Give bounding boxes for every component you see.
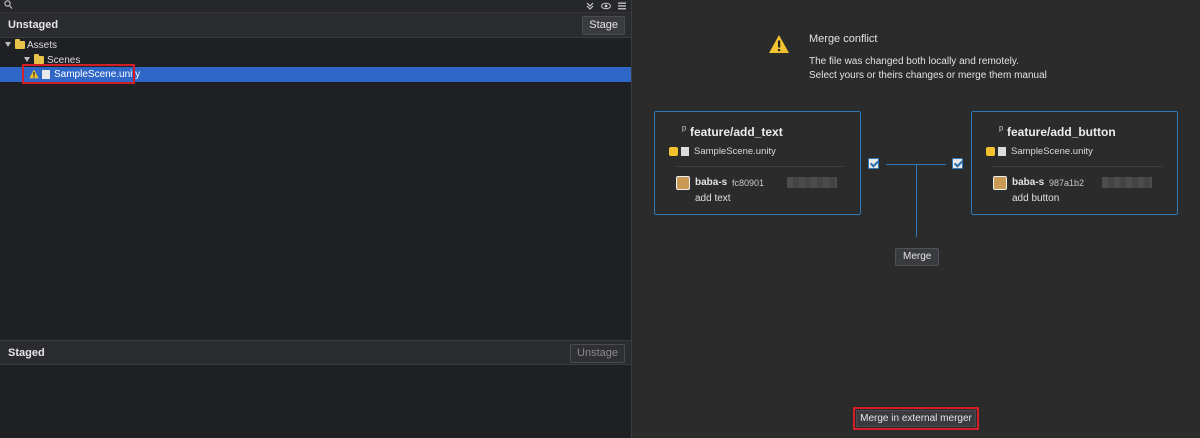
connector-line xyxy=(916,164,917,237)
branch-icon: ᵖ xyxy=(682,124,687,136)
avatar xyxy=(993,176,1007,190)
modified-status-icon xyxy=(986,147,995,156)
menu-icon[interactable] xyxy=(617,1,627,11)
chevron-double-down-icon[interactable] xyxy=(585,1,595,11)
toolbar-icons xyxy=(585,0,627,12)
branch-icon: ᵖ xyxy=(999,124,1004,136)
merge-button[interactable]: Merge xyxy=(895,248,940,266)
select-remote-checkbox[interactable] xyxy=(952,158,963,169)
unstaged-header: Unstaged Stage xyxy=(0,13,631,38)
unity-file-icon xyxy=(998,147,1006,156)
branch-name: feature/add_text xyxy=(690,125,783,139)
merge-conflict-panel: Merge conflict The file was changed both… xyxy=(632,0,1200,438)
commit-author: baba-s xyxy=(695,177,728,188)
description-line: Select yours or theirs changes or merge … xyxy=(809,70,1047,81)
commit-message: add button xyxy=(1012,193,1060,204)
expand-arrow-icon[interactable] xyxy=(24,57,30,62)
commit-hash: fc80901 xyxy=(732,178,765,188)
staged-header: Staged Unstage xyxy=(0,340,631,365)
branch-name: feature/add_button xyxy=(1007,125,1116,139)
remote-change-card[interactable]: ᵖ feature/add_button SampleScene.unity b… xyxy=(971,111,1178,215)
merge-conflict-description: The file was changed both locally and re… xyxy=(809,55,1047,83)
merge-conflict-title: Merge conflict xyxy=(809,33,878,45)
expand-arrow-icon[interactable] xyxy=(5,42,11,47)
avatar xyxy=(676,176,690,190)
tree-item-label: Assets xyxy=(27,40,58,51)
staged-title: Staged xyxy=(8,347,45,359)
description-line: The file was changed both locally and re… xyxy=(809,56,1019,67)
git-window: Unstaged Stage Assets Scenes SampleScene… xyxy=(0,0,1200,438)
changes-toolbar xyxy=(0,0,631,13)
commit-author: baba-s xyxy=(1012,177,1045,188)
modified-status-icon xyxy=(669,147,678,156)
file-name: SampleScene.unity xyxy=(694,146,776,157)
redacted-date xyxy=(1102,177,1152,188)
folder-icon xyxy=(34,54,44,64)
file-row: SampleScene.unity xyxy=(669,146,849,158)
divider xyxy=(992,166,1162,167)
eye-icon[interactable] xyxy=(601,1,611,11)
redacted-date xyxy=(787,177,837,188)
file-row: SampleScene.unity xyxy=(986,146,1166,158)
highlight-box xyxy=(22,64,135,84)
stage-button[interactable]: Stage xyxy=(582,16,625,35)
divider xyxy=(675,166,845,167)
unstaged-title: Unstaged xyxy=(8,19,59,31)
changes-panel: Unstaged Stage Assets Scenes SampleScene… xyxy=(0,0,631,438)
highlight-box xyxy=(853,407,979,430)
search-icon[interactable] xyxy=(4,0,13,12)
unstage-button[interactable]: Unstage xyxy=(570,344,625,363)
local-change-card[interactable]: ᵖ feature/add_text SampleScene.unity bab… xyxy=(654,111,861,215)
tree-item-assets[interactable]: Assets xyxy=(0,38,631,53)
commit-hash: 987a1b2 xyxy=(1049,178,1085,188)
file-name: SampleScene.unity xyxy=(1011,146,1093,157)
commit-message: add text xyxy=(695,193,731,204)
select-local-checkbox[interactable] xyxy=(868,158,879,169)
folder-icon xyxy=(15,39,25,49)
warning-icon xyxy=(768,34,790,54)
unity-file-icon xyxy=(681,147,689,156)
